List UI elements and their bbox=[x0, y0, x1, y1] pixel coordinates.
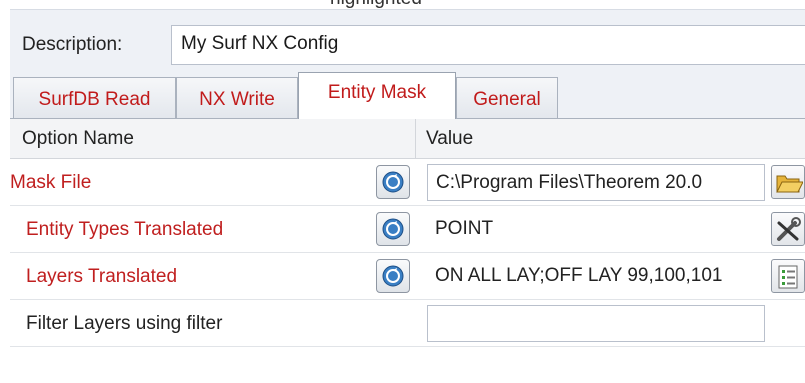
reset-icon bbox=[382, 171, 404, 193]
option-label-layers-translated: Layers Translated bbox=[26, 266, 178, 287]
reset-icon bbox=[382, 218, 404, 240]
row-entity-types-translated: Entity Types Translated POINT bbox=[10, 206, 805, 253]
edit-layers-button[interactable] bbox=[771, 259, 805, 293]
option-label-entity-types: Entity Types Translated bbox=[26, 219, 224, 240]
grid-header: Option Name Value bbox=[10, 119, 805, 159]
description-input[interactable]: My Surf NX Config bbox=[171, 25, 805, 65]
tab-entity-mask[interactable]: Entity Mask bbox=[298, 72, 456, 119]
description-label: Description: bbox=[22, 34, 123, 55]
tab-surfdb-read[interactable]: SurfDB Read bbox=[13, 77, 176, 118]
description-row: Description: My Surf NX Config bbox=[10, 9, 805, 68]
layers-translated-value: ON ALL LAY;OFF LAY 99,100,101 bbox=[435, 265, 723, 286]
option-label-filter-layers: Filter Layers using filter bbox=[26, 313, 223, 334]
reset-icon bbox=[382, 265, 404, 287]
tab-general[interactable]: General bbox=[456, 77, 558, 118]
column-header-option-name: Option Name bbox=[22, 128, 134, 149]
row-layers-translated: Layers Translated ON ALL LAY;OFF LAY 99,… bbox=[10, 253, 805, 300]
edit-entity-types-button[interactable] bbox=[771, 212, 805, 246]
tab-bar: SurfDB Read NX Write Entity Mask General bbox=[10, 67, 805, 119]
row-mask-file: Mask File C:\Program Files\Theorem 20.0 bbox=[10, 159, 805, 206]
reset-default-button[interactable] bbox=[376, 165, 410, 199]
options-grid: Option Name Value Mask File C:\Program F… bbox=[10, 119, 805, 383]
clipped-top-text: highlighted bbox=[0, 0, 805, 9]
tab-nx-write[interactable]: NX Write bbox=[176, 77, 298, 118]
column-divider[interactable] bbox=[415, 119, 416, 159]
reset-default-button[interactable] bbox=[376, 212, 410, 246]
reset-default-button[interactable] bbox=[376, 259, 410, 293]
option-label-mask-file: Mask File bbox=[10, 172, 92, 193]
entity-types-value: POINT bbox=[435, 218, 494, 239]
filter-layers-input[interactable] bbox=[427, 305, 765, 342]
list-editor-icon bbox=[778, 265, 798, 289]
row-filter-layers: Filter Layers using filter bbox=[10, 300, 805, 347]
mask-file-path-input[interactable]: C:\Program Files\Theorem 20.0 bbox=[427, 164, 765, 201]
column-header-value: Value bbox=[426, 128, 474, 149]
browse-button[interactable] bbox=[771, 165, 805, 199]
folder-open-icon bbox=[776, 175, 803, 193]
tools-icon bbox=[777, 217, 801, 241]
